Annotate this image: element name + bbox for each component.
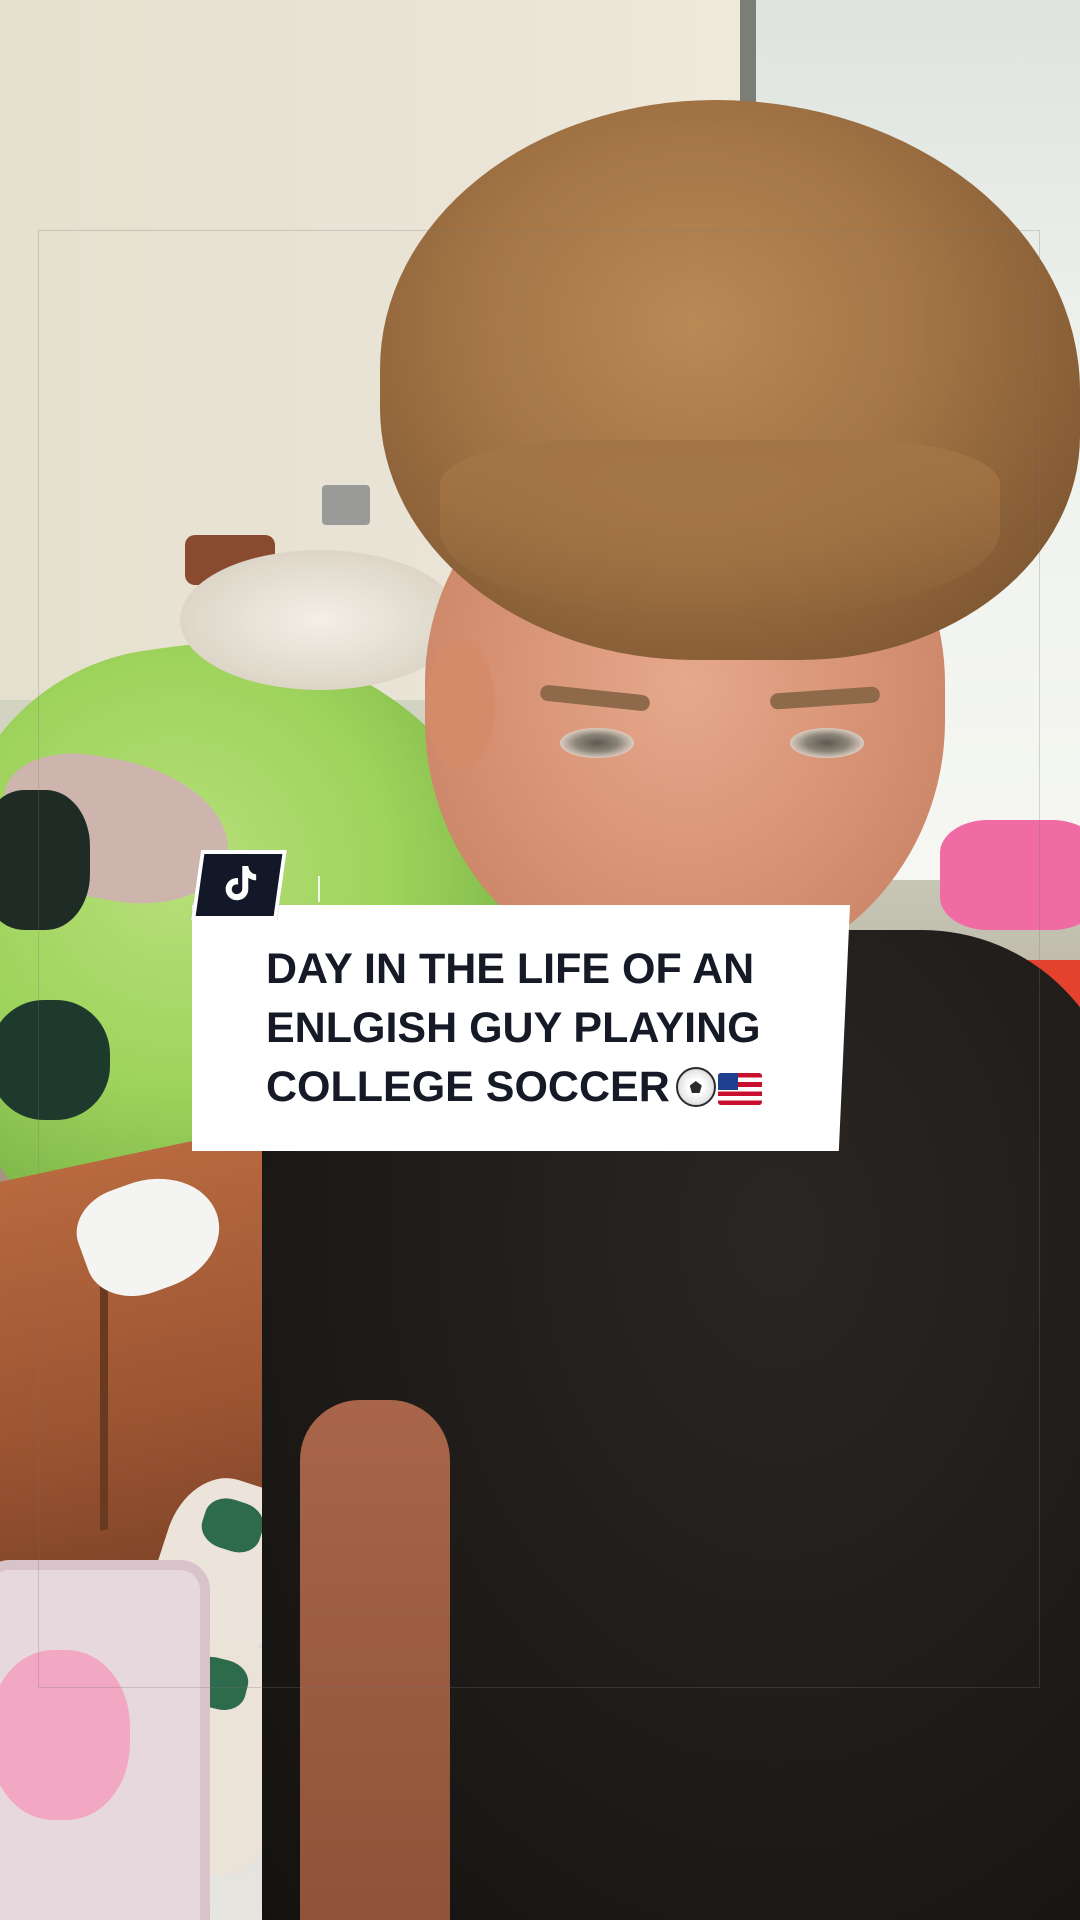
person-arm	[300, 1400, 450, 1920]
person-hair-fringe	[440, 440, 1000, 620]
background-pink-object	[940, 820, 1080, 930]
us-flag-icon	[717, 1073, 762, 1105]
person-left-eye	[560, 728, 634, 758]
tiktok-logo-badge	[191, 850, 287, 920]
caption-line-3-wrap: COLLEGE SOCCER	[266, 1058, 806, 1117]
person-right-eye	[790, 728, 864, 758]
background-pink-laundry	[0, 1650, 130, 1820]
tiktok-logo-icon	[219, 864, 259, 907]
caption-line-1: DAY IN THE LIFE OF AN	[266, 945, 755, 993]
background-outlet	[322, 485, 370, 525]
caption-line-2: ENLGISH GUY PLAYING	[266, 1004, 761, 1052]
background-pillow	[180, 550, 460, 690]
background-dark-cloth	[0, 790, 90, 930]
background-drawer-edge	[100, 1269, 108, 1531]
caption-text[interactable]: DAY IN THE LIFE OF AN ENLGISH GUY PLAYIN…	[266, 940, 806, 1117]
person-ear	[425, 640, 495, 770]
background-dark-cloth-2	[0, 1000, 110, 1120]
soccer-ball-icon	[675, 1067, 716, 1107]
caption-line-3: COLLEGE SOCCER	[266, 1063, 670, 1111]
video-frame[interactable]: DAY IN THE LIFE OF AN ENLGISH GUY PLAYIN…	[0, 0, 1080, 1920]
text-cursor	[318, 876, 320, 902]
